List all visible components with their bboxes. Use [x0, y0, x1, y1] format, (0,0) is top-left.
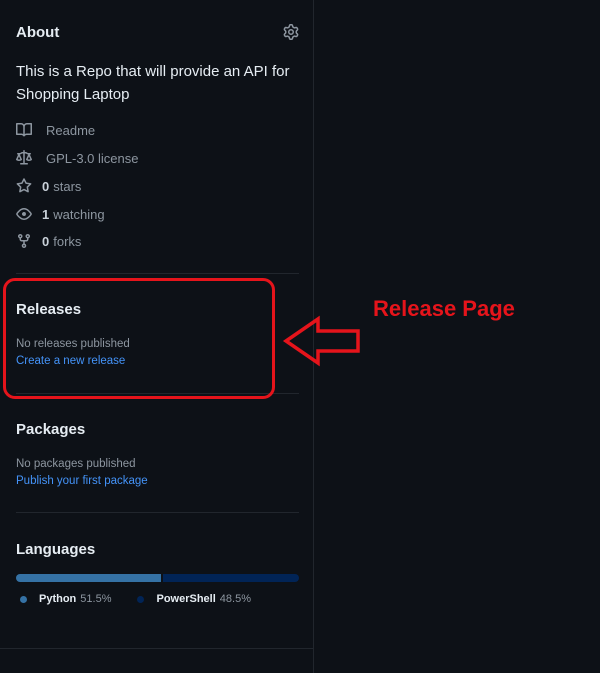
publish-package-link[interactable]: Publish your first package — [16, 475, 148, 487]
packages-title[interactable]: Packages — [16, 421, 85, 438]
powershell-bar-segment — [162, 574, 299, 582]
stars-label: stars — [53, 178, 82, 194]
language-percent: 48.5% — [219, 593, 251, 605]
forks-link[interactable]: 0 forks — [16, 232, 81, 250]
watchers-count: 1 — [42, 206, 50, 222]
powershell-dot-icon — [137, 595, 145, 603]
packages-empty-text: No packages published — [16, 458, 136, 470]
language-name: Python — [39, 593, 77, 605]
language-name: PowerShell — [156, 593, 216, 605]
forks-count: 0 — [42, 233, 50, 249]
book-icon — [16, 122, 32, 137]
section-divider — [16, 273, 299, 274]
python-dot-icon — [20, 595, 27, 603]
language-bar — [16, 574, 299, 582]
section-divider — [16, 512, 299, 513]
language-powershell[interactable]: PowerShell 48.5% — [133, 593, 251, 605]
forks-label: forks — [53, 233, 82, 249]
language-python[interactable]: Python 51.5% — [16, 593, 111, 605]
language-legend: Python 51.5% PowerShell 48.5% — [16, 592, 273, 606]
watchers-label: watching — [53, 206, 105, 222]
left-arrow-icon — [282, 315, 360, 367]
license-link[interactable]: GPL-3.0 license — [16, 149, 139, 167]
languages-title: Languages — [16, 541, 96, 558]
about-title: About — [16, 24, 60, 41]
readme-link[interactable]: Readme — [16, 121, 95, 139]
stars-count: 0 — [42, 178, 50, 194]
gear-icon[interactable] — [283, 24, 299, 40]
repo-description: This is a Repo that will provide an API … — [16, 63, 290, 103]
release-highlight-box — [3, 278, 275, 399]
language-percent: 51.5% — [80, 593, 112, 605]
star-icon — [16, 178, 32, 193]
eye-icon — [16, 208, 32, 220]
scale-icon — [16, 150, 32, 165]
license-label: GPL-3.0 license — [46, 150, 139, 166]
readme-label: Readme — [46, 122, 96, 138]
python-bar-segment — [16, 574, 161, 582]
stars-link[interactable]: 0 stars — [16, 177, 81, 195]
release-page-annotation: Release Page — [373, 296, 515, 321]
fork-icon — [18, 234, 30, 249]
watchers-link[interactable]: 1 watching — [16, 205, 105, 223]
footer-divider — [0, 648, 313, 649]
